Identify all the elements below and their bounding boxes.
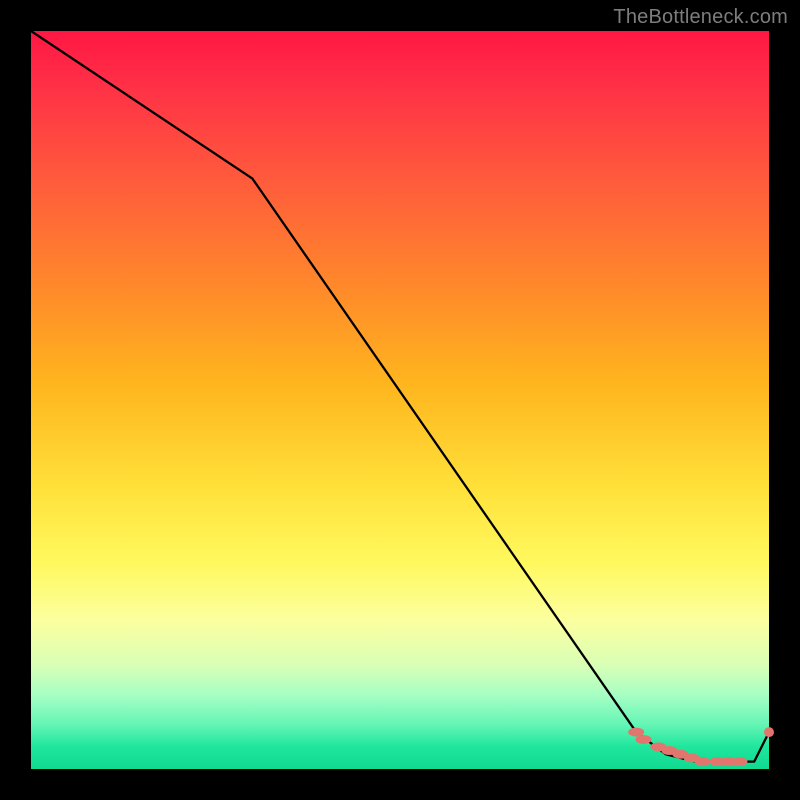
attribution-text: TheBottleneck.com [613,6,788,29]
chart-stage: TheBottleneck.com [0,0,800,800]
plot-area [31,31,769,769]
